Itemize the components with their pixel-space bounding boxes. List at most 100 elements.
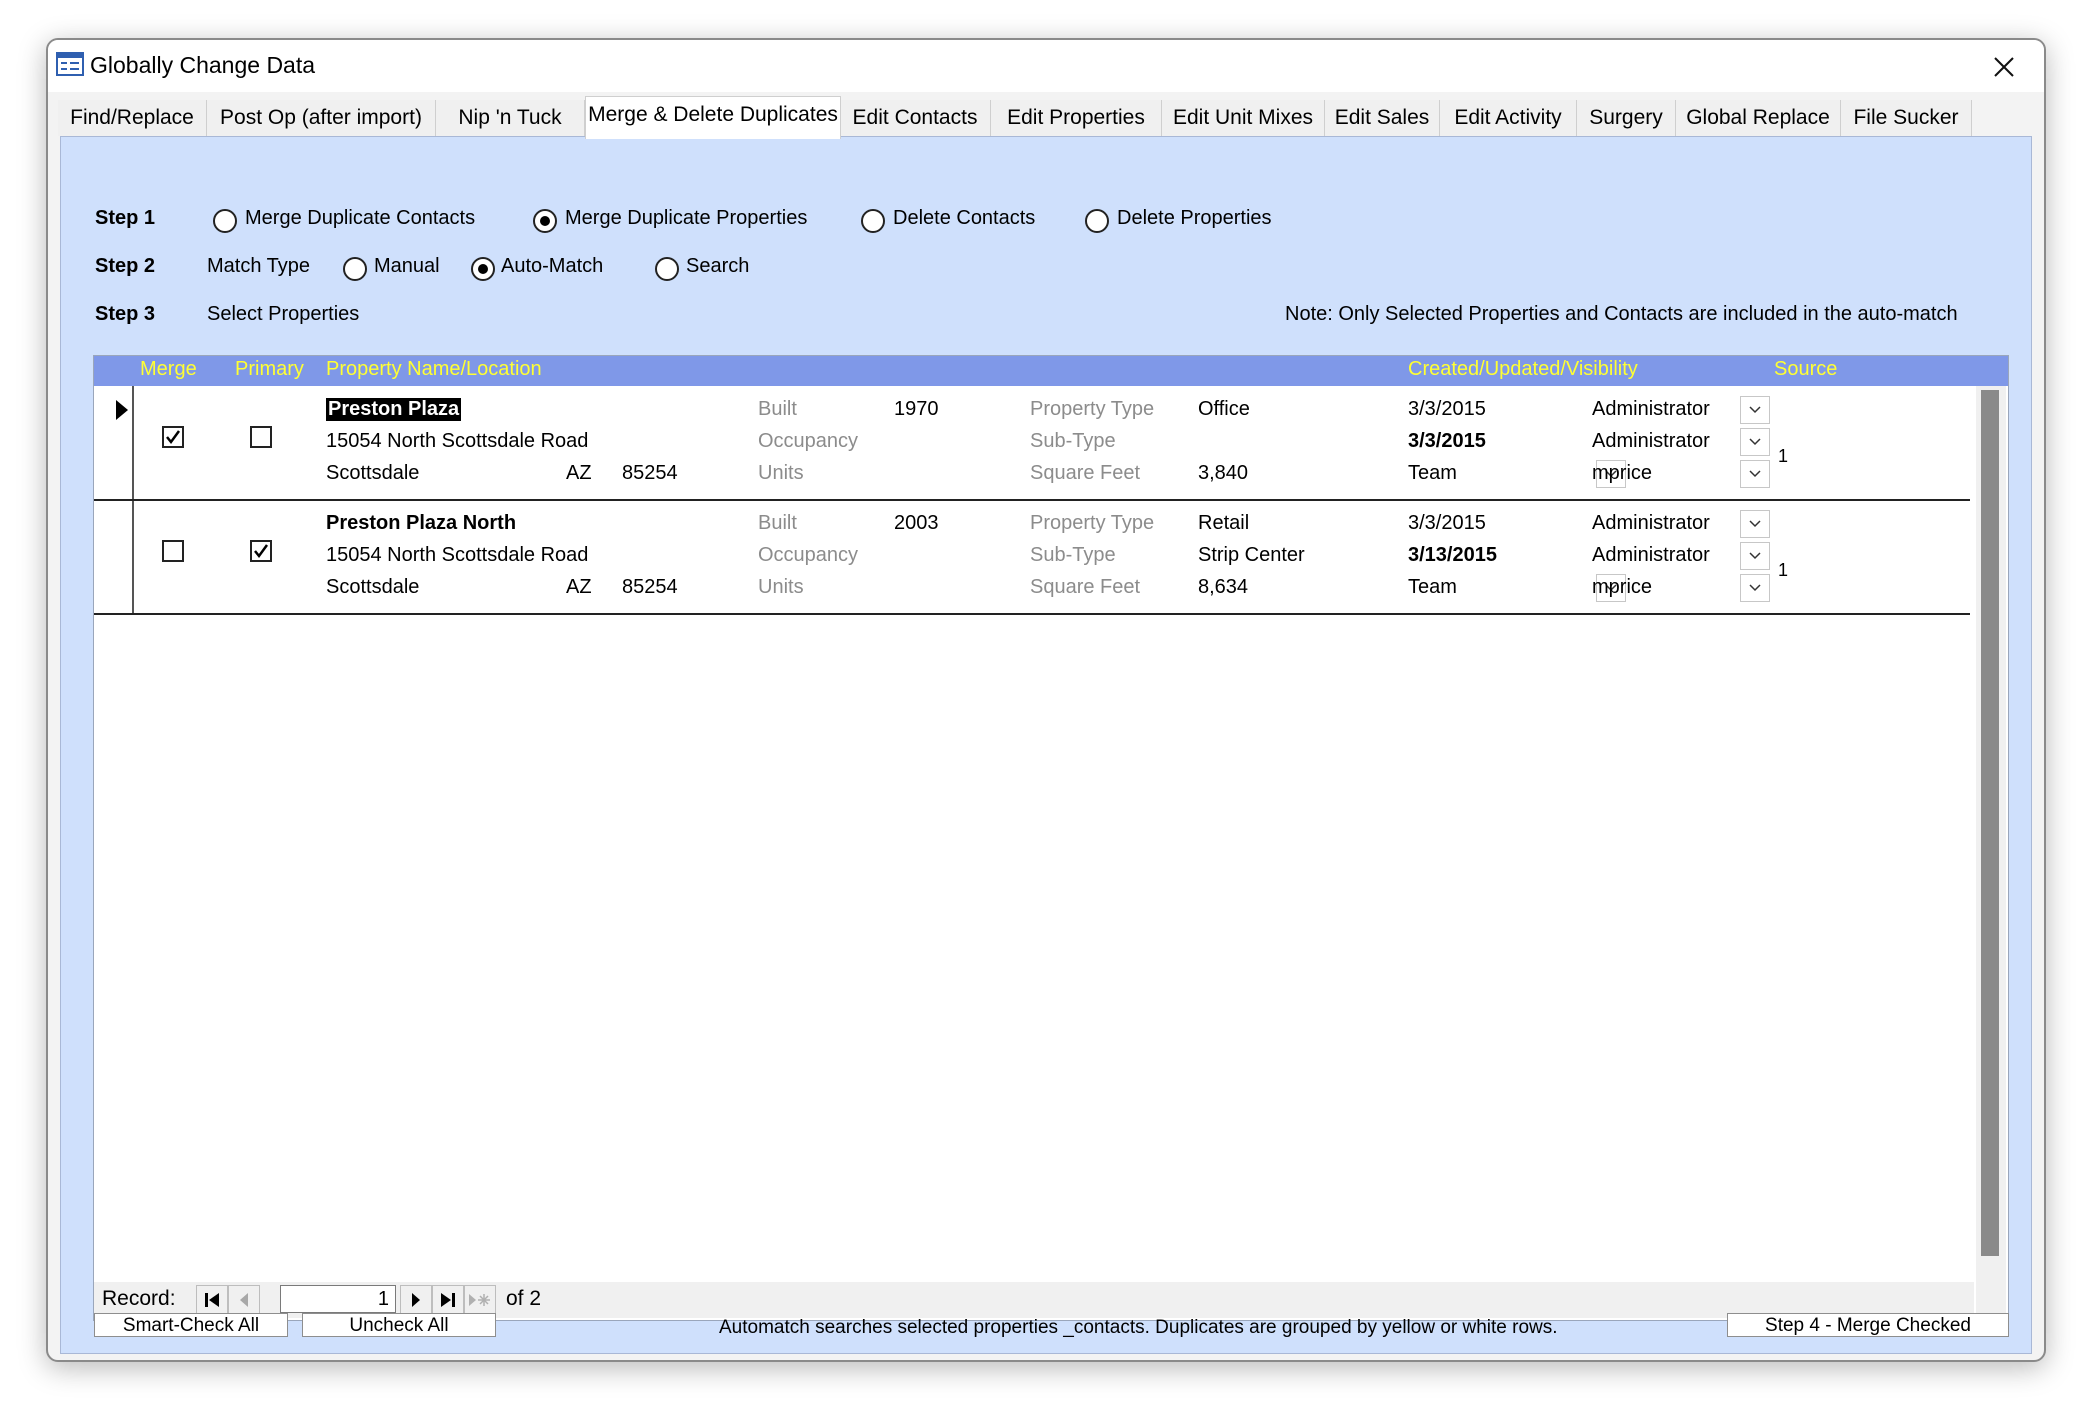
units-label: Units: [758, 462, 804, 484]
created-by[interactable]: Administrator: [1592, 398, 1710, 421]
occupancy-label: Occupancy: [758, 430, 859, 452]
tab-edit-activity[interactable]: Edit Activity: [1440, 100, 1577, 136]
built-label: Built: [758, 512, 797, 534]
uncheck-all-button[interactable]: Uncheck All: [302, 1313, 496, 1337]
radio-manual[interactable]: [343, 257, 367, 281]
property-city[interactable]: Scottsdale: [326, 576, 419, 599]
property-type-label: Property Type: [1030, 398, 1155, 420]
scrollbar-thumb[interactable]: [1981, 390, 1999, 1256]
built-value[interactable]: 1970: [894, 398, 939, 421]
updated-by-dropdown[interactable]: [1740, 428, 1770, 456]
property-address[interactable]: 15054 North Scottsdale Road: [326, 544, 588, 567]
created-date[interactable]: 3/3/2015: [1408, 512, 1486, 535]
radio-delete-contacts[interactable]: [861, 209, 885, 233]
next-record-icon: [412, 1293, 420, 1307]
tab-edit-properties[interactable]: Edit Properties: [991, 100, 1162, 136]
radio-merge-duplicate-properties[interactable]: [533, 209, 557, 233]
tab-file-sucker[interactable]: File Sucker: [1841, 100, 1972, 136]
chevron-down-icon: [1749, 406, 1761, 414]
owner-dropdown[interactable]: [1740, 574, 1770, 602]
close-button[interactable]: [1986, 50, 2022, 84]
option-merge-duplicate-contacts[interactable]: Merge Duplicate Contacts: [245, 207, 475, 230]
created-by-dropdown[interactable]: [1740, 396, 1770, 424]
previous-record-icon: [240, 1293, 248, 1307]
radio-merge-duplicate-contacts[interactable]: [213, 209, 237, 233]
visibility-value[interactable]: Team: [1408, 576, 1457, 599]
automatch-info-text: Automatch searches selected properties _…: [719, 1317, 1558, 1338]
merge-checked-button[interactable]: Step 4 - Merge Checked: [1727, 1313, 2009, 1337]
option-manual[interactable]: Manual: [374, 255, 440, 278]
title-bar: Globally Change Data: [48, 40, 2044, 92]
owner[interactable]: mprice: [1592, 576, 1652, 599]
tab-surgery[interactable]: Surgery: [1577, 100, 1676, 136]
tab-edit-contacts[interactable]: Edit Contacts: [840, 100, 991, 136]
merge-checkbox[interactable]: [162, 540, 184, 562]
duplicates-grid: Merge Primary Property Name/Location Cre…: [93, 355, 2009, 1321]
previous-record-button[interactable]: [228, 1285, 260, 1315]
first-record-button[interactable]: [196, 1285, 228, 1315]
source-value[interactable]: 1: [1778, 560, 1788, 581]
square-feet-value[interactable]: 8,634: [1198, 576, 1248, 599]
property-name[interactable]: Preston Plaza: [326, 398, 462, 421]
property-name[interactable]: Preston Plaza North: [326, 512, 516, 535]
sub-type-label: Sub-Type: [1030, 544, 1116, 566]
primary-checkbox[interactable]: [250, 426, 272, 448]
created-by[interactable]: Administrator: [1592, 512, 1710, 535]
option-delete-contacts[interactable]: Delete Contacts: [893, 207, 1035, 230]
tab-merge-delete-duplicates[interactable]: Merge & Delete Duplicates: [585, 96, 841, 139]
source-value[interactable]: 1: [1778, 446, 1788, 467]
created-date[interactable]: 3/3/2015: [1408, 398, 1486, 421]
property-state[interactable]: AZ: [566, 576, 592, 599]
radio-search[interactable]: [655, 257, 679, 281]
radio-auto-match[interactable]: [471, 257, 495, 281]
new-record-button[interactable]: [464, 1285, 496, 1315]
current-record-input[interactable]: [280, 1285, 396, 1313]
updated-by[interactable]: Administrator: [1592, 544, 1710, 567]
built-value[interactable]: 2003: [894, 512, 939, 535]
tab-global-replace[interactable]: Global Replace: [1676, 100, 1841, 136]
property-state[interactable]: AZ: [566, 462, 592, 485]
next-record-button[interactable]: [400, 1285, 432, 1315]
created-by-dropdown[interactable]: [1740, 510, 1770, 538]
updated-date[interactable]: 3/13/2015: [1408, 544, 1497, 567]
updated-date[interactable]: 3/3/2015: [1408, 430, 1486, 453]
tab-edit-sales[interactable]: Edit Sales: [1325, 100, 1440, 136]
grid-header: Merge Primary Property Name/Location Cre…: [94, 356, 2008, 386]
radio-delete-properties[interactable]: [1085, 209, 1109, 233]
tab-nip-n-tuck[interactable]: Nip 'n Tuck: [436, 100, 585, 136]
merge-checkbox[interactable]: [162, 426, 184, 448]
last-record-button[interactable]: [432, 1285, 464, 1315]
property-zip[interactable]: 85254: [622, 576, 678, 599]
property-city[interactable]: Scottsdale: [326, 462, 419, 485]
visibility-value[interactable]: Team: [1408, 462, 1457, 485]
property-type-value[interactable]: Office: [1198, 398, 1250, 421]
option-merge-duplicate-properties[interactable]: Merge Duplicate Properties: [565, 207, 807, 230]
current-record-arrow-icon[interactable]: [116, 400, 128, 425]
select-properties-label: Select Properties: [207, 303, 360, 325]
updated-by[interactable]: Administrator: [1592, 430, 1710, 453]
option-auto-match[interactable]: Auto-Match: [501, 255, 603, 278]
row-separator: [94, 499, 1970, 501]
tab-edit-unit-mixes[interactable]: Edit Unit Mixes: [1162, 100, 1325, 136]
option-delete-properties[interactable]: Delete Properties: [1117, 207, 1272, 230]
property-type-value[interactable]: Retail: [1198, 512, 1249, 535]
chevron-down-icon: [1749, 552, 1761, 560]
option-search[interactable]: Search: [686, 255, 749, 278]
chevron-down-icon: [1749, 438, 1761, 446]
step1-label: Step 1: [95, 207, 156, 229]
chevron-down-icon: [1749, 470, 1761, 478]
property-zip[interactable]: 85254: [622, 462, 678, 485]
primary-checkbox[interactable]: [250, 540, 272, 562]
tab-find-replace[interactable]: Find/Replace: [58, 100, 207, 136]
smart-check-all-button[interactable]: Smart-Check All: [94, 1313, 288, 1337]
units-label: Units: [758, 576, 804, 598]
owner[interactable]: mprice: [1592, 462, 1652, 485]
owner-dropdown[interactable]: [1740, 460, 1770, 488]
property-address[interactable]: 15054 North Scottsdale Road: [326, 430, 588, 453]
sub-type-value[interactable]: Strip Center: [1198, 544, 1305, 567]
step3-label: Step 3: [95, 303, 156, 325]
tab-post-op[interactable]: Post Op (after import): [207, 100, 436, 136]
form-icon: [56, 52, 84, 76]
square-feet-value[interactable]: 3,840: [1198, 462, 1248, 485]
updated-by-dropdown[interactable]: [1740, 542, 1770, 570]
